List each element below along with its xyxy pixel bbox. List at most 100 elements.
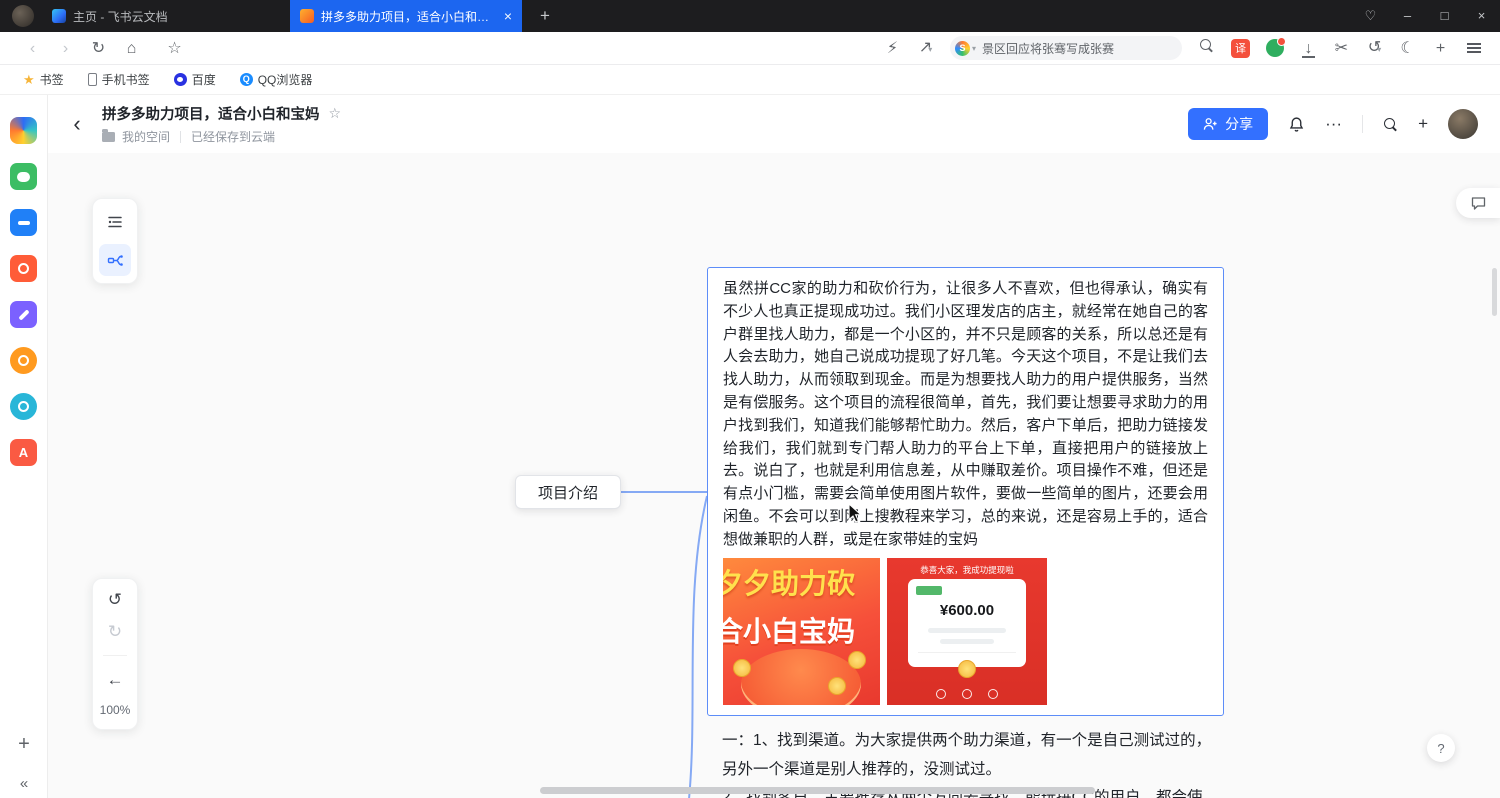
search-engine-caret-icon[interactable]: ▾ <box>972 44 976 53</box>
bookmark-star-icon[interactable]: ☆ <box>158 32 191 65</box>
close-window-button[interactable]: × <box>1463 0 1500 32</box>
screenshot-scissors-icon[interactable]: ✂ <box>1325 32 1358 65</box>
comments-panel-tab[interactable] <box>1456 188 1500 218</box>
blue-app-icon[interactable] <box>10 209 37 236</box>
translate-icon[interactable]: 译 <box>1231 39 1250 58</box>
bookmark-folder[interactable]: ★ 书签 <box>14 68 73 91</box>
promo-image-1[interactable]: 夕夕助力砍 合小白宝妈 <box>723 558 880 705</box>
doc-title-block: 拼多多助力项目，适合小白和宝妈 ☆ 我的空间 已经保存到云端 <box>102 103 341 145</box>
home-icon[interactable]: ⌂ <box>115 32 148 65</box>
doc-add-icon[interactable]: + <box>1418 114 1428 134</box>
tab-feishu-home[interactable]: 主页 - 飞书云文档 <box>42 0 290 32</box>
user-avatar[interactable] <box>1448 109 1478 139</box>
bookmark-label: 书签 <box>40 71 64 88</box>
placeholder-line <box>928 628 1006 633</box>
coin-graphic <box>733 659 751 677</box>
collapse-rail-icon[interactable]: « <box>0 775 48 792</box>
mindmap-view-button[interactable] <box>99 244 131 276</box>
outline-icon <box>107 214 123 230</box>
orange-app-icon[interactable] <box>10 255 37 282</box>
window-titlebar: 主页 - 飞书云文档 拼多多助力项目，适合小白和宝妈 · × + ♡ – □ × <box>0 0 1500 32</box>
promo-image-2[interactable]: 恭喜大家，我成功提现啦 ¥600.00 <box>887 558 1047 705</box>
baidu-icon <box>174 73 187 86</box>
clock-app-icon[interactable] <box>10 393 37 420</box>
locate-back-icon[interactable]: ← <box>107 671 124 688</box>
vertical-scrollbar[interactable] <box>1492 268 1497 316</box>
document-pane: ‹ 拼多多助力项目，适合小白和宝妈 ☆ 我的空间 已经保存到云端 <box>48 95 1500 798</box>
history-icon[interactable]: ↺▾ <box>1358 31 1391 66</box>
mindmap-text-node[interactable]: 虽然拼CC家的助力和砍价行为，让很多人不喜欢，但也得承认，确实有不少人也真正提现… <box>707 267 1224 716</box>
mindmap-canvas[interactable]: ↺ ↻ ← 100% 项目介绍 虽然拼CC家的助力和砍价行为，让很多人不喜欢，但… <box>48 153 1500 798</box>
bookmark-label: 百度 <box>192 71 216 88</box>
intro-paragraph: 虽然拼CC家的助力和砍价行为，让很多人不喜欢，但也得承认，确实有不少人也真正提现… <box>723 278 1208 552</box>
pdf-app-icon[interactable]: A <box>10 439 37 466</box>
doc-search-icon[interactable] <box>1383 117 1398 132</box>
forward-icon[interactable]: › <box>49 32 82 65</box>
bookmark-mobile[interactable]: 手机书签 <box>79 68 159 91</box>
search-hotword-text[interactable]: 景区回应将张骞写成张赛 <box>982 40 1114 57</box>
help-button[interactable]: ? <box>1427 734 1455 762</box>
outline-view-button[interactable] <box>99 206 131 238</box>
address-search-box[interactable]: S ▾ 景区回应将张骞写成张赛 <box>950 36 1182 60</box>
add-app-button[interactable]: + <box>0 733 48 756</box>
mindmap-node-intro[interactable]: 项目介绍 <box>515 475 621 509</box>
coin-graphic <box>848 651 866 669</box>
document-header: ‹ 拼多多助力项目，适合小白和宝妈 ☆ 我的空间 已经保存到云端 <box>48 95 1500 153</box>
lightning-icon[interactable]: ⚡ <box>876 32 909 65</box>
tab-close-icon[interactable]: × <box>504 8 512 24</box>
dark-mode-moon-icon[interactable]: ☾ <box>1391 32 1424 65</box>
favorites-heart-icon[interactable]: ♡ <box>1352 0 1389 32</box>
browser-toolbar: ‹ › ↻ ⌂ ☆ ⚡ ↗▾ S ▾ 景区回应将张骞写成张赛 译 ↓ ✂ ↺▾ … <box>0 32 1500 65</box>
back-icon[interactable]: ‹ <box>16 32 49 65</box>
promo2-caption: 恭喜大家，我成功提现啦 <box>887 564 1047 576</box>
feishu-app-icon[interactable] <box>10 117 37 144</box>
placeholder-line <box>940 639 994 644</box>
share-page-icon[interactable]: ↗▾ <box>909 31 942 66</box>
panel-divider <box>103 655 127 656</box>
zoom-level: 100% <box>100 703 131 717</box>
purple-app-icon[interactable] <box>10 301 37 328</box>
tab-document-active[interactable]: 拼多多助力项目，适合小白和宝妈 · × <box>290 0 522 32</box>
menu-icon[interactable] <box>1457 32 1490 65</box>
download-icon[interactable]: ↓ <box>1292 32 1325 65</box>
feishu-favicon-icon <box>52 9 66 23</box>
red-pouch-graphic <box>741 649 861 705</box>
folder-icon <box>102 132 115 142</box>
bookmark-label: 手机书签 <box>102 71 150 88</box>
notifications-bell-icon[interactable] <box>1288 116 1305 133</box>
share-label: 分享 <box>1225 114 1253 134</box>
bookmark-label: QQ浏览器 <box>258 71 313 88</box>
mindmap-step1-node[interactable]: 一：1、找到渠道。为大家提供两个助力渠道，有一个是自己测试过的，另外一个渠道是别… <box>722 726 1222 784</box>
orange-circle-app-icon[interactable] <box>10 347 37 374</box>
share-button[interactable]: 分享 <box>1188 108 1268 140</box>
promo1-subline: 合小白宝妈 <box>723 610 855 650</box>
node-image-row: 夕夕助力砍 合小白宝妈 恭喜大家，我成功提现啦 ¥600.00 <box>723 558 1208 705</box>
search-engine-logo-icon[interactable]: S <box>955 41 970 56</box>
bookmark-baidu[interactable]: 百度 <box>165 68 225 91</box>
search-icon[interactable] <box>1190 32 1223 65</box>
toolbar-right-cluster: ⚡ ↗▾ S ▾ 景区回应将张骞写成张赛 译 ↓ ✂ ↺▾ ☾ + <box>876 31 1490 66</box>
coin-graphic <box>958 660 976 678</box>
favorite-star-icon[interactable]: ☆ <box>329 105 342 122</box>
more-options-icon[interactable]: ··· <box>1325 114 1342 134</box>
redo-icon[interactable]: ↻ <box>108 623 122 640</box>
browser-profile-avatar[interactable] <box>12 5 34 27</box>
history-zoom-panel: ↺ ↻ ← 100% <box>92 578 138 730</box>
wechat-app-icon[interactable] <box>10 163 37 190</box>
minimize-button[interactable]: – <box>1389 0 1426 32</box>
save-status: 已经保存到云端 <box>191 128 275 145</box>
add-icon[interactable]: + <box>1424 32 1457 65</box>
extension-badge-icon[interactable] <box>1266 39 1284 57</box>
success-badge <box>916 586 942 595</box>
doc-back-button[interactable]: ‹ <box>62 109 92 139</box>
new-tab-button[interactable]: + <box>532 6 558 26</box>
bookmarks-bar: ★ 书签 手机书签 百度 Q QQ浏览器 <box>0 65 1500 95</box>
maximize-button[interactable]: □ <box>1426 0 1463 32</box>
undo-icon[interactable]: ↺ <box>108 591 122 608</box>
horizontal-scrollbar[interactable] <box>540 787 1095 794</box>
refresh-icon[interactable]: ↻ <box>82 32 115 65</box>
doc-title[interactable]: 拼多多助力项目，适合小白和宝妈 <box>102 103 320 124</box>
doc-space-label[interactable]: 我的空间 <box>122 128 170 145</box>
bookmark-qq-browser[interactable]: Q QQ浏览器 <box>231 68 322 91</box>
promo1-headline: 夕夕助力砍 <box>723 562 855 602</box>
